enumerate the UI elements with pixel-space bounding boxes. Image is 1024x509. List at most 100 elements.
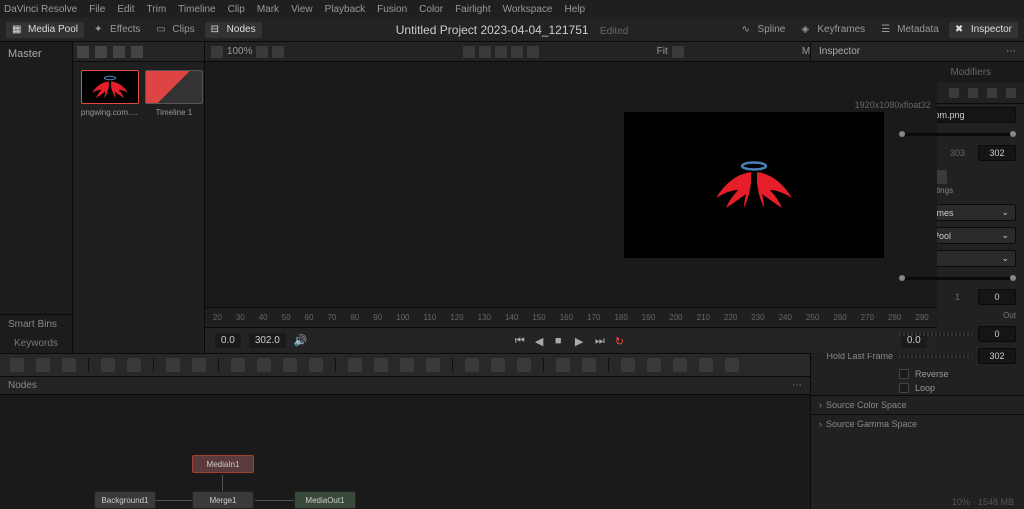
tool-tracker-icon[interactable] bbox=[101, 358, 115, 372]
effects-toggle[interactable]: ✦ Effects bbox=[88, 22, 146, 38]
tool-ellipse-icon[interactable] bbox=[374, 358, 388, 372]
source-color-space-section[interactable]: › Source Color Space bbox=[811, 395, 1024, 414]
viewer-e-icon[interactable] bbox=[527, 46, 539, 58]
menu-fusion[interactable]: Fusion bbox=[377, 4, 407, 15]
loop-icon[interactable]: ↻ bbox=[615, 335, 627, 347]
tool-fx4-icon[interactable] bbox=[699, 358, 713, 372]
first-frame-icon[interactable]: ⏮ bbox=[515, 335, 527, 347]
tool-particle-icon[interactable] bbox=[556, 358, 570, 372]
nodes-menu-icon[interactable]: ⋯ bbox=[792, 380, 802, 391]
thumb-view-icon[interactable] bbox=[95, 46, 107, 58]
viewer2-opt-icon[interactable] bbox=[672, 46, 684, 58]
smart-bin-keywords[interactable]: Keywords bbox=[0, 334, 72, 353]
nodes-toggle[interactable]: ⊟ Nodes bbox=[205, 22, 262, 38]
tool-paint-icon[interactable] bbox=[62, 358, 76, 372]
reset-icon[interactable] bbox=[968, 88, 978, 98]
smart-bins-header[interactable]: Smart Bins bbox=[0, 315, 72, 334]
tool-text-icon[interactable] bbox=[36, 358, 50, 372]
tool-fx5-icon[interactable] bbox=[725, 358, 739, 372]
viewer-right[interactable]: 1920x1080xfloat32 bbox=[571, 62, 937, 307]
hold-first-dial[interactable] bbox=[899, 333, 972, 336]
menu-edit[interactable]: Edit bbox=[117, 4, 134, 15]
tool-merge-icon[interactable] bbox=[231, 358, 245, 372]
menu-app[interactable]: DaVinci Resolve bbox=[4, 4, 77, 15]
prev-frame-icon[interactable]: ◀ bbox=[535, 335, 547, 347]
node-mediaout[interactable]: MediaOut1 bbox=[294, 491, 356, 509]
hold-first-value[interactable]: 0 bbox=[978, 326, 1016, 342]
loop-checkbox[interactable] bbox=[899, 383, 909, 393]
clips-toggle[interactable]: ▭ Clips bbox=[150, 22, 200, 38]
menu-fairlight[interactable]: Fairlight bbox=[455, 4, 491, 15]
menu-timeline[interactable]: Timeline bbox=[178, 4, 215, 15]
viewer-opt2-icon[interactable] bbox=[272, 46, 284, 58]
node-canvas[interactable]: Background1 MediaIn1 Merge1 MediaOut1 bbox=[0, 395, 810, 509]
tool-fx2-icon[interactable] bbox=[647, 358, 661, 372]
menu-help[interactable]: Help bbox=[564, 4, 585, 15]
last-frame-icon[interactable]: ⏭ bbox=[595, 335, 607, 347]
global-inout-slider[interactable] bbox=[899, 133, 1016, 136]
tool-fx3-icon[interactable] bbox=[673, 358, 687, 372]
menu-view[interactable]: View bbox=[291, 4, 313, 15]
out-timecode[interactable]: 302.0 bbox=[249, 333, 286, 348]
inspector-menu-icon[interactable]: ⋯ bbox=[1006, 46, 1016, 57]
tool-resize-icon[interactable] bbox=[309, 358, 323, 372]
tool-blur-icon[interactable] bbox=[166, 358, 180, 372]
tool-background-icon[interactable] bbox=[10, 358, 24, 372]
trim-slider[interactable] bbox=[899, 277, 1016, 280]
global-out-value[interactable]: 302 bbox=[978, 145, 1016, 161]
keyframes-toggle[interactable]: ◈ Keyframes bbox=[795, 22, 871, 38]
play-icon[interactable]: ▶ bbox=[575, 335, 587, 347]
stop-icon[interactable]: ■ bbox=[555, 335, 567, 347]
hold-last-value[interactable]: 302 bbox=[978, 348, 1016, 364]
viewer-left[interactable] bbox=[205, 62, 571, 307]
viewer-d-icon[interactable] bbox=[511, 46, 523, 58]
viewer-layout-icon[interactable] bbox=[211, 46, 223, 58]
node-merge[interactable]: Merge1 bbox=[192, 491, 254, 509]
tool-rect-icon[interactable] bbox=[348, 358, 362, 372]
tool-camera-icon[interactable] bbox=[491, 358, 505, 372]
menu-file[interactable]: File bbox=[89, 4, 105, 15]
trim-out-value[interactable]: 0 bbox=[978, 289, 1016, 305]
menu-workspace[interactable]: Workspace bbox=[503, 4, 553, 15]
tool-poly-icon[interactable] bbox=[400, 358, 414, 372]
tool-light-icon[interactable] bbox=[517, 358, 531, 372]
audio-icon[interactable]: 🔊 bbox=[294, 334, 308, 347]
metadata-toggle[interactable]: ☰ Metadata bbox=[875, 22, 945, 38]
in-timecode[interactable]: 0.0 bbox=[215, 333, 241, 348]
tool-fx1-icon[interactable] bbox=[621, 358, 635, 372]
source-gamma-space-section[interactable]: › Source Gamma Space bbox=[811, 414, 1024, 433]
tool-3d-icon[interactable] bbox=[465, 358, 479, 372]
menu-playback[interactable]: Playback bbox=[325, 4, 366, 15]
menu-color[interactable]: Color bbox=[419, 4, 443, 15]
menu-clip[interactable]: Clip bbox=[228, 4, 245, 15]
sort-icon[interactable] bbox=[113, 46, 125, 58]
hold-last-dial[interactable] bbox=[899, 355, 972, 358]
reverse-checkbox[interactable] bbox=[899, 369, 909, 379]
viewer-a-icon[interactable] bbox=[463, 46, 475, 58]
master-bin[interactable]: Master bbox=[0, 42, 72, 66]
media-pool-toggle[interactable]: ▦ Media Pool bbox=[6, 22, 84, 38]
menu-mark[interactable]: Mark bbox=[257, 4, 279, 15]
menu-trim[interactable]: Trim bbox=[147, 4, 167, 15]
lock-icon[interactable] bbox=[1006, 88, 1016, 98]
zoom-level[interactable]: 100% bbox=[227, 46, 253, 57]
tool-matte-icon[interactable] bbox=[283, 358, 297, 372]
viewer-c-icon[interactable] bbox=[495, 46, 507, 58]
tool-mask-icon[interactable] bbox=[127, 358, 141, 372]
pin-icon[interactable] bbox=[949, 88, 959, 98]
spline-toggle[interactable]: ∿ Spline bbox=[736, 22, 792, 38]
tool-color-icon[interactable] bbox=[192, 358, 206, 372]
fit-label[interactable]: Fit bbox=[657, 46, 668, 57]
clip-item[interactable]: Timeline 1 bbox=[145, 70, 203, 117]
tool-xf-icon[interactable] bbox=[257, 358, 271, 372]
list-view-icon[interactable] bbox=[77, 46, 89, 58]
inspector-toggle[interactable]: ✖ Inspector bbox=[949, 22, 1018, 38]
clip-item[interactable]: pngwing.com.png bbox=[81, 70, 139, 117]
tool-bspline-icon[interactable] bbox=[426, 358, 440, 372]
viewer-opt-icon[interactable] bbox=[256, 46, 268, 58]
viewer-b-icon[interactable] bbox=[479, 46, 491, 58]
node-mediain[interactable]: MediaIn1 bbox=[192, 455, 254, 473]
tool-prender-icon[interactable] bbox=[582, 358, 596, 372]
time-ruler[interactable]: 20 30 40 50 60 70 80 90 100 110 120 130 … bbox=[205, 307, 937, 327]
search-icon[interactable] bbox=[131, 46, 143, 58]
